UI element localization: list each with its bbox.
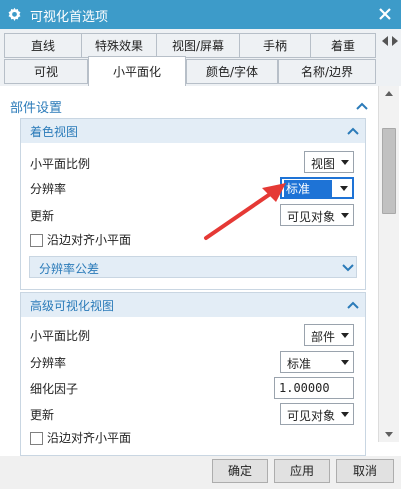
group-advanced-visualization: 高级可视化视图 小平面比例 部件 分辨率 标准 细化因子 1.00000 更新 … [20, 292, 366, 456]
field-label: 分辨率 [30, 356, 67, 370]
collapse-icon[interactable] [347, 301, 359, 309]
scroll-down-icon[interactable] [379, 428, 399, 442]
tab-strip: 直线 特殊效果 视图/屏幕 手柄 着重 可视 小平面化 颜色/字体 名称/边界 [0, 29, 401, 88]
title-bar: 可视化首选项 [0, 0, 401, 29]
group-title: 高级可视化视图 [30, 299, 115, 313]
update-dropdown[interactable]: 可见对象 [280, 403, 354, 425]
window-title: 可视化首选项 [30, 10, 109, 25]
ok-button[interactable]: 确定 [212, 459, 268, 483]
checkbox-label: 沿边对齐小平面 [47, 431, 132, 445]
dialog-footer: 确定 应用 取消 [0, 456, 401, 489]
resolution-dropdown[interactable]: 标准 [280, 351, 354, 373]
chevron-down-icon [341, 333, 349, 338]
chevron-down-icon [341, 160, 349, 165]
align-edges-checkbox[interactable] [30, 432, 43, 445]
tab-visual[interactable]: 可视 [4, 59, 88, 84]
scrollbar-thumb[interactable] [382, 128, 396, 214]
refinement-factor-input[interactable]: 1.00000 [274, 377, 354, 399]
tab-handles[interactable]: 手柄 [239, 33, 311, 58]
chevron-down-icon [341, 360, 349, 365]
section-header[interactable]: 部件设置 [10, 91, 370, 116]
tab-faceting[interactable]: 小平面化 [88, 56, 186, 87]
resolution-tolerance-section[interactable]: 分辨率公差 [29, 256, 357, 278]
tab-scroll-left-icon[interactable] [381, 36, 389, 46]
dropdown-value: 标准 [284, 180, 332, 197]
tab-view-screen[interactable]: 视图/屏幕 [156, 33, 240, 58]
update-dropdown[interactable]: 可见对象 [280, 204, 354, 226]
chevron-down-icon [341, 213, 349, 218]
checkbox-label: 沿边对齐小平面 [47, 233, 132, 247]
field-label: 小平面比例 [30, 329, 91, 343]
field-label: 更新 [30, 209, 55, 223]
field-label: 分辨率 [30, 182, 67, 196]
section-title: 分辨率公差 [39, 262, 100, 276]
collapse-icon[interactable] [356, 102, 368, 110]
resolution-dropdown[interactable]: 标准 [280, 177, 354, 199]
facet-scale-dropdown[interactable]: 部件 [304, 324, 354, 346]
close-icon[interactable] [374, 3, 396, 25]
dropdown-value: 可见对象 [287, 210, 336, 224]
group-header[interactable]: 高级可视化视图 [21, 293, 365, 317]
tab-color-font[interactable]: 颜色/字体 [186, 59, 278, 84]
facet-scale-dropdown[interactable]: 视图 [304, 151, 354, 173]
group-shaded-view: 着色视图 小平面比例 视图 分辨率 标准 更新 可见对象 沿边对齐小平面 分辨率… [20, 118, 366, 290]
chevron-down-icon [341, 412, 349, 417]
field-label: 更新 [30, 408, 55, 422]
tab-scroll-right-icon[interactable] [391, 36, 399, 46]
collapse-icon[interactable] [347, 127, 359, 135]
field-label: 小平面比例 [30, 157, 91, 171]
vertical-scrollbar[interactable] [378, 86, 399, 442]
settings-panel: 部件设置 着色视图 小平面比例 视图 分辨率 标准 更新 可见对象 沿边对齐小平… [0, 86, 401, 456]
tab-line[interactable]: 直线 [4, 33, 82, 58]
gear-icon [8, 7, 21, 21]
group-title: 着色视图 [30, 125, 79, 139]
group-header[interactable]: 着色视图 [21, 119, 365, 143]
dropdown-value: 部件 [311, 330, 336, 344]
cancel-button[interactable]: 取消 [336, 459, 394, 483]
arrow-annotation-icon [204, 183, 286, 240]
dropdown-value: 视图 [311, 157, 336, 171]
align-edges-checkbox[interactable] [30, 234, 43, 247]
apply-button[interactable]: 应用 [274, 459, 330, 483]
input-value: 1.00000 [279, 381, 330, 395]
dropdown-value: 可见对象 [287, 409, 336, 423]
tab-special-effects[interactable]: 特殊效果 [81, 33, 157, 58]
tab-names-borders[interactable]: 名称/边界 [278, 59, 376, 84]
chevron-down-icon [340, 186, 348, 191]
tab-emphasis[interactable]: 着重 [310, 33, 376, 58]
scroll-up-icon[interactable] [379, 86, 399, 100]
field-label: 细化因子 [30, 382, 79, 396]
expand-icon[interactable] [342, 264, 354, 272]
section-title: 部件设置 [10, 101, 63, 116]
dropdown-value: 标准 [287, 357, 312, 371]
